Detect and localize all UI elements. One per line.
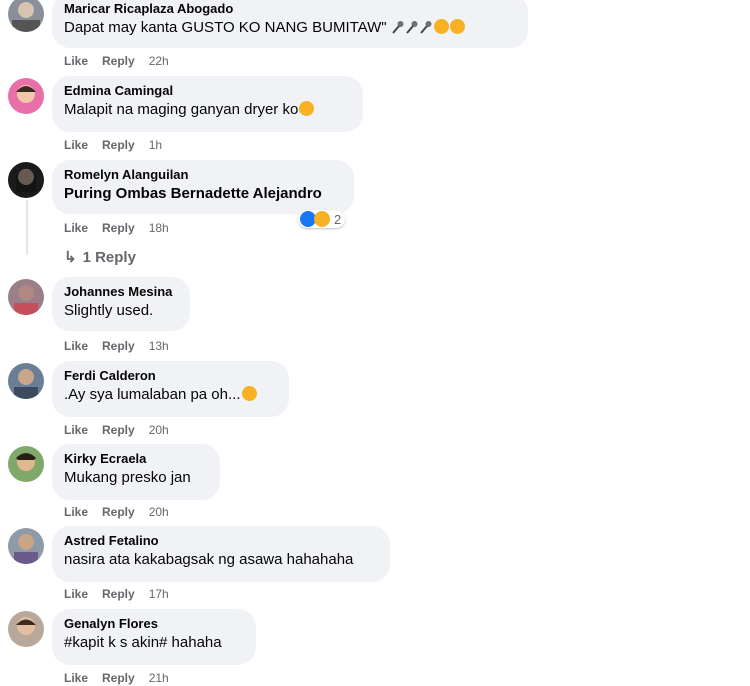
comment-text-tagged-names[interactable]: Puring Ombas Bernadette Alejandro — [64, 183, 342, 205]
comment-bubble: Edmina Camingal Malapit na maging ganyan… — [52, 76, 363, 132]
reply-button[interactable]: Reply — [102, 423, 135, 437]
comment-actions: Like Reply 21h — [64, 670, 183, 686]
comment-author[interactable]: Johannes Mesina — [64, 283, 178, 300]
reply-arrow-icon: ↳ — [64, 249, 77, 266]
reply-button[interactable]: Reply — [102, 339, 135, 353]
comment-text: Mukang presko jan — [64, 469, 191, 486]
comment-actions: Like Reply 13h — [64, 338, 183, 354]
timestamp[interactable]: 22h — [149, 54, 169, 68]
comment-author[interactable]: Romelyn Alanguilan — [64, 166, 342, 183]
reaction-summary[interactable]: 2 — [298, 210, 346, 228]
comment-bubble: Maricar Ricaplaza Abogado Dapat may kant… — [52, 0, 528, 48]
rofl-emoji-icon — [433, 19, 449, 34]
reply-button[interactable]: Reply — [102, 221, 135, 235]
microphone-emoji-icon — [392, 21, 404, 34]
comment-text: nasira ata kakabagsak ng asawa hahahaha — [64, 551, 354, 568]
comment-author[interactable]: Kirky Ecraela — [64, 450, 208, 467]
comment-text: Slightly used. — [64, 302, 154, 319]
like-button[interactable]: Like — [64, 505, 88, 519]
avatar[interactable] — [8, 279, 44, 315]
like-button[interactable]: Like — [64, 423, 88, 437]
microphone-emoji-icon — [406, 21, 418, 34]
comment-text: Dapat may kanta GUSTO KO NANG BUMITAW" — [64, 17, 516, 39]
timestamp[interactable]: 13h — [149, 339, 169, 353]
comment-actions: Like Reply 18h — [64, 220, 183, 236]
view-replies-link[interactable]: ↳ 1 Reply — [64, 248, 136, 266]
comment-actions: Like Reply 20h — [64, 504, 183, 520]
grin-emoji-icon — [241, 386, 257, 401]
comment-bubble: Kirky Ecraela Mukang presko jan — [52, 444, 220, 500]
comment-bubble: Romelyn Alanguilan Puring Ombas Bernadet… — [52, 160, 354, 214]
comment-author[interactable]: Ferdi Calderon — [64, 367, 277, 384]
timestamp[interactable]: 18h — [149, 221, 169, 235]
comment-author[interactable]: Maricar Ricaplaza Abogado — [64, 0, 516, 17]
comment-bubble: Johannes Mesina Slightly used. — [52, 277, 190, 331]
reply-button[interactable]: Reply — [102, 138, 135, 152]
avatar[interactable] — [8, 78, 44, 114]
rofl-emoji-icon — [449, 19, 465, 34]
like-button[interactable]: Like — [64, 339, 88, 353]
comment-actions: Like Reply 17h — [64, 586, 183, 602]
rofl-emoji-icon — [299, 101, 315, 116]
timestamp[interactable]: 20h — [149, 505, 169, 519]
comment-author[interactable]: Astred Fetalino — [64, 532, 378, 549]
reply-button[interactable]: Reply — [102, 505, 135, 519]
comment-author[interactable]: Edmina Camingal — [64, 82, 351, 99]
avatar[interactable] — [8, 162, 44, 198]
timestamp[interactable]: 20h — [149, 423, 169, 437]
comment-actions: Like Reply 20h — [64, 422, 183, 438]
like-button[interactable]: Like — [64, 138, 88, 152]
reaction-count: 2 — [334, 211, 342, 227]
reply-button[interactable]: Reply — [102, 54, 135, 68]
like-button[interactable]: Like — [64, 587, 88, 601]
comment-bubble: Genalyn Flores #kapit k s akin# hahaha — [52, 609, 256, 665]
avatar[interactable] — [8, 0, 44, 32]
microphone-emoji-icon — [420, 21, 432, 34]
timestamp[interactable]: 17h — [149, 587, 169, 601]
comment-text: .Ay sya lumalaban pa oh... — [64, 384, 277, 406]
timestamp[interactable]: 1h — [149, 138, 162, 152]
like-button[interactable]: Like — [64, 221, 88, 235]
thread-line — [26, 200, 28, 255]
comment-bubble: Ferdi Calderon .Ay sya lumalaban pa oh..… — [52, 361, 289, 417]
avatar[interactable] — [8, 528, 44, 564]
avatar[interactable] — [8, 363, 44, 399]
comment-actions: Like Reply 22h — [64, 53, 183, 69]
avatar[interactable] — [8, 611, 44, 647]
avatar[interactable] — [8, 446, 44, 482]
haha-reaction-icon — [314, 211, 330, 227]
comment-author[interactable]: Genalyn Flores — [64, 615, 244, 632]
comment-actions: Like Reply 1h — [64, 137, 176, 153]
comment-bubble: Astred Fetalino nasira ata kakabagsak ng… — [52, 526, 390, 582]
reply-button[interactable]: Reply — [102, 587, 135, 601]
comment-text: #kapit k s akin# hahaha — [64, 634, 222, 651]
comment-text: Malapit na maging ganyan dryer ko — [64, 99, 351, 121]
like-button[interactable]: Like — [64, 54, 88, 68]
